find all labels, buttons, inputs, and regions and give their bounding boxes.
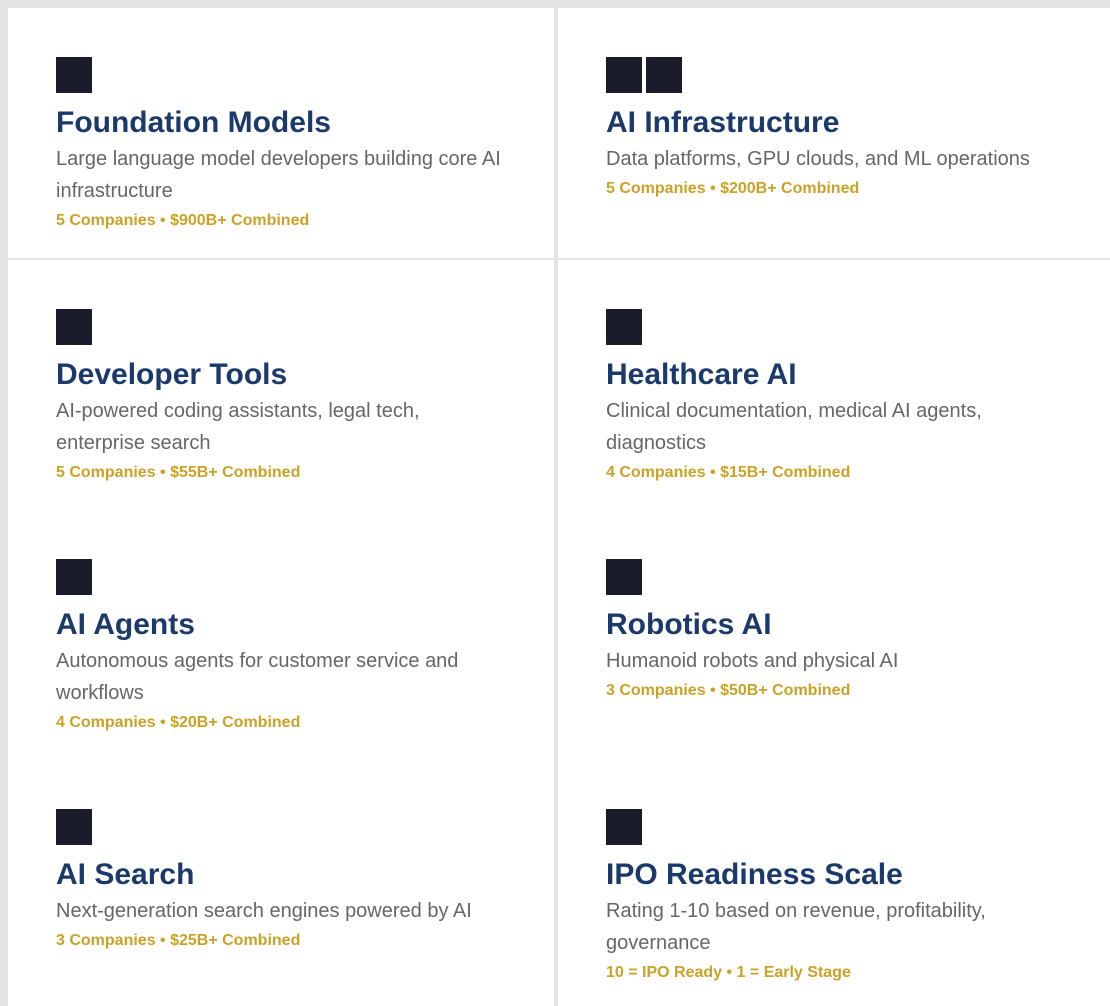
category-stats: 10 = IPO Ready • 1 = Early Stage bbox=[606, 964, 851, 981]
category-square-icon bbox=[56, 309, 92, 345]
category-stats: 5 Companies • $900B+ Combined bbox=[56, 212, 310, 229]
category-stats: 3 Companies • $50B+ Combined bbox=[606, 682, 851, 699]
category-square-icon bbox=[56, 559, 92, 595]
category-description: Clinical documentation, medical AI agent… bbox=[606, 400, 982, 454]
category-title: AI Agents bbox=[56, 608, 195, 641]
category-description: Autonomous agents for customer service a… bbox=[56, 650, 459, 704]
category-stats: 4 Companies • $15B+ Combined bbox=[606, 464, 851, 481]
category-description: Large language model developers building… bbox=[56, 148, 501, 202]
category-description: Data platforms, GPU clouds, and ML opera… bbox=[606, 148, 1030, 170]
category-stats: 5 Companies • $200B+ Combined bbox=[606, 180, 860, 197]
category-square-icon bbox=[606, 809, 642, 845]
category-icons bbox=[56, 559, 514, 595]
category-card-ai-agents[interactable]: AI Agents Autonomous agents for customer… bbox=[8, 510, 554, 760]
category-title: AI Search bbox=[56, 858, 195, 891]
category-icons bbox=[56, 309, 514, 345]
category-stats: 3 Companies • $25B+ Combined bbox=[56, 932, 301, 949]
category-title: IPO Readiness Scale bbox=[606, 858, 903, 891]
category-icons bbox=[56, 809, 514, 845]
category-square-icon bbox=[56, 809, 92, 845]
category-square-icon bbox=[606, 309, 642, 345]
category-card-healthcare-ai[interactable]: Healthcare AI Clinical documentation, me… bbox=[558, 260, 1110, 510]
category-square-icon bbox=[606, 57, 642, 93]
category-card-ipo-readiness-scale[interactable]: IPO Readiness Scale Rating 1-10 based on… bbox=[558, 760, 1110, 1006]
category-stats: 5 Companies • $55B+ Combined bbox=[56, 464, 301, 481]
category-stats: 4 Companies • $20B+ Combined bbox=[56, 714, 301, 731]
category-card-developer-tools[interactable]: Developer Tools AI-powered coding assist… bbox=[8, 260, 554, 510]
category-icons bbox=[606, 809, 1080, 845]
category-title: AI Infrastructure bbox=[606, 106, 840, 139]
category-title: Robotics AI bbox=[606, 608, 772, 641]
category-card-foundation-models[interactable]: Foundation Models Large language model d… bbox=[8, 8, 554, 258]
category-icons bbox=[606, 309, 1080, 345]
category-card-robotics-ai[interactable]: Robotics AI Humanoid robots and physical… bbox=[558, 510, 1110, 760]
category-square-icon bbox=[56, 57, 92, 93]
category-grid: Foundation Models Large language model d… bbox=[0, 8, 1110, 1006]
category-square-icon bbox=[606, 559, 642, 595]
category-icons bbox=[606, 559, 1080, 595]
category-description: Rating 1-10 based on revenue, profitabil… bbox=[606, 900, 986, 954]
category-card-ai-infrastructure[interactable]: AI Infrastructure Data platforms, GPU cl… bbox=[558, 8, 1110, 258]
category-title: Healthcare AI bbox=[606, 358, 797, 391]
category-title: Developer Tools bbox=[56, 358, 288, 391]
category-title: Foundation Models bbox=[56, 106, 331, 139]
category-description: AI-powered coding assistants, legal tech… bbox=[56, 400, 420, 454]
category-icons bbox=[606, 57, 1080, 93]
category-card-ai-search[interactable]: AI Search Next-generation search engines… bbox=[8, 760, 554, 1006]
category-description: Next-generation search engines powered b… bbox=[56, 900, 472, 922]
category-description: Humanoid robots and physical AI bbox=[606, 650, 899, 672]
category-square-icon bbox=[646, 57, 682, 93]
category-icons bbox=[56, 57, 514, 93]
